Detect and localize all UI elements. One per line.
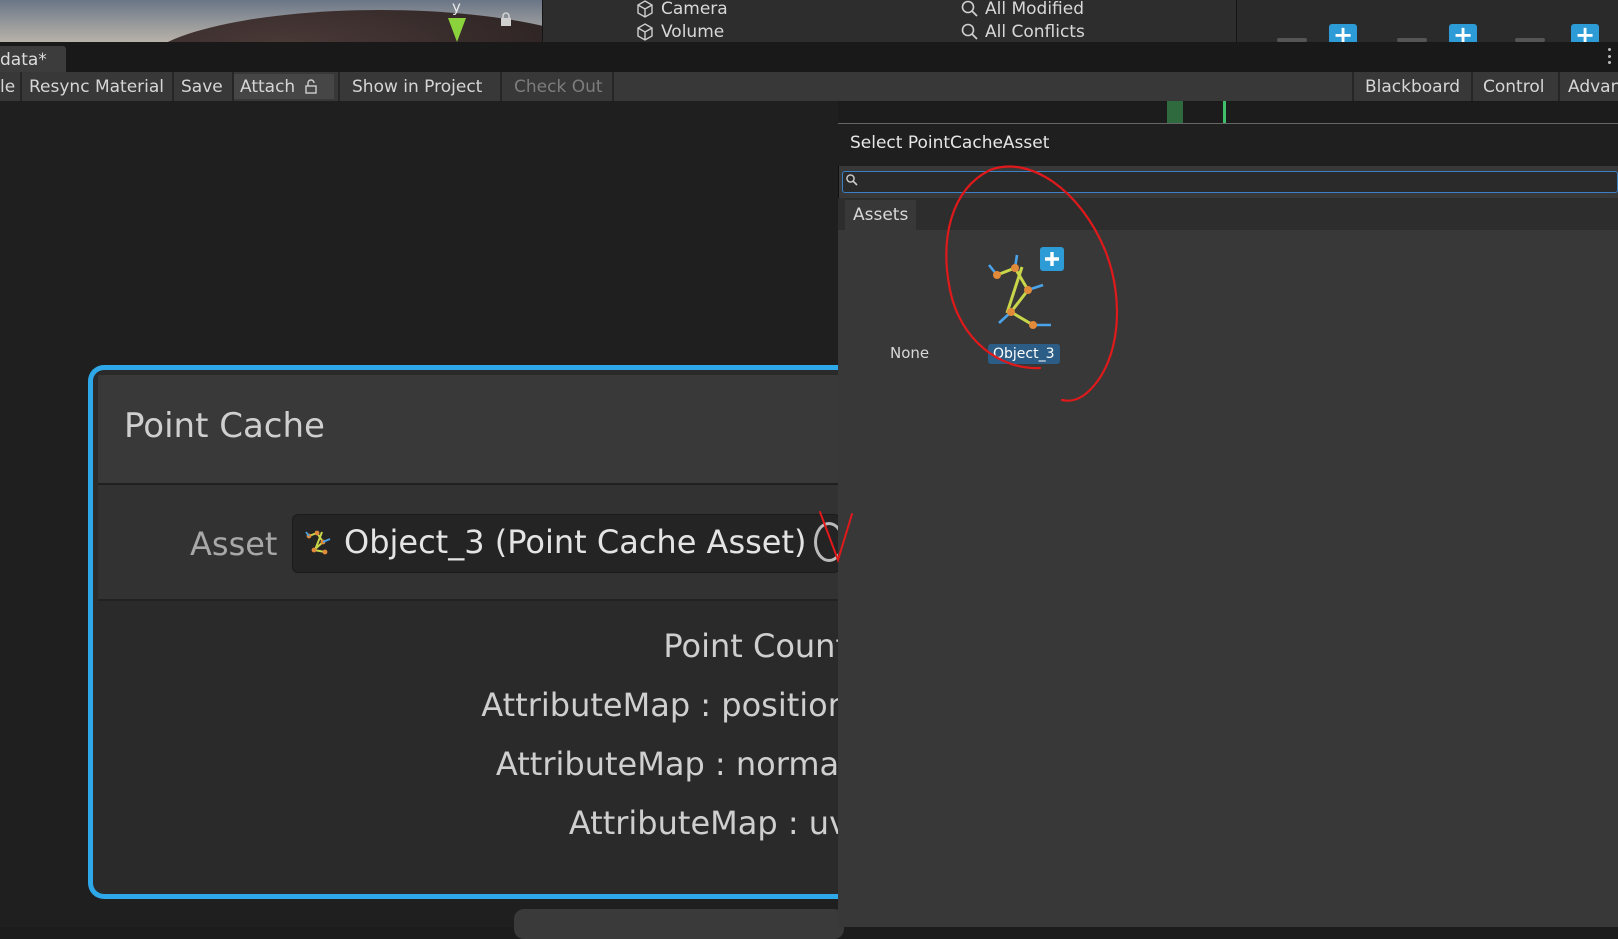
advanced-button[interactable]: Advan xyxy=(1562,74,1618,99)
show-in-project-button[interactable]: Show in Project xyxy=(346,74,489,99)
tab-bar xyxy=(0,42,1618,72)
hierarchy-item-label: Volume xyxy=(661,22,725,42)
point-count-label: Point Count xyxy=(663,627,848,665)
toolbar-separator xyxy=(612,72,614,101)
picker-search-input[interactable] xyxy=(860,172,1610,192)
hierarchy-item-label: Camera xyxy=(661,0,728,19)
picker-title: Select PointCacheAsset xyxy=(850,133,1050,153)
asset-value: Object_3 (Point Cache Asset) xyxy=(344,523,807,561)
picker-tab-bar xyxy=(838,198,1618,230)
filter-all-modified[interactable]: All Modified xyxy=(961,0,1084,19)
attribute-map-position: AttributeMap : position xyxy=(481,686,848,724)
point-cache-asset-icon[interactable] xyxy=(985,245,1065,331)
save-button[interactable]: Save xyxy=(175,74,229,99)
lock-icon[interactable] xyxy=(500,12,512,26)
toolbar-separator xyxy=(338,72,340,101)
gizmo-axis-label: y xyxy=(452,0,461,16)
toolbar-separator xyxy=(1352,72,1354,101)
gizmo-y-axis-icon[interactable] xyxy=(448,18,466,42)
unlock-icon[interactable] xyxy=(305,78,317,94)
toolbar-button-partial[interactable]: le xyxy=(0,74,22,99)
cube-icon xyxy=(637,23,653,41)
attribute-map-normal: AttributeMap : normal xyxy=(495,745,848,783)
filter-label: All Modified xyxy=(985,0,1085,19)
node-title: Point Cache xyxy=(124,406,325,446)
cube-icon xyxy=(637,0,653,18)
toolbar-separator xyxy=(1558,72,1560,101)
next-node-edge[interactable] xyxy=(514,909,844,939)
blackboard-button[interactable]: Blackboard xyxy=(1359,74,1467,99)
point-cache-asset-icon xyxy=(305,530,331,555)
control-button[interactable]: Control xyxy=(1477,74,1551,99)
picker-asset-grid xyxy=(838,230,1618,927)
toolbar-separator xyxy=(500,72,502,101)
graph-marker xyxy=(1167,101,1183,123)
more-options-icon[interactable] xyxy=(1608,48,1612,64)
filter-all-conflicts[interactable]: All Conflicts xyxy=(961,22,1085,42)
tab-assets[interactable]: Assets xyxy=(845,200,917,230)
check-out-button: Check Out xyxy=(508,74,609,99)
preview-panel: + + + xyxy=(1237,0,1618,47)
resync-material-button[interactable]: Resync Material xyxy=(23,74,171,99)
search-icon xyxy=(961,0,978,17)
toolbar-separator xyxy=(1471,72,1473,101)
graph-marker xyxy=(1223,101,1226,123)
search-filter-panel: All Modified All Conflicts xyxy=(913,0,1237,42)
search-icon xyxy=(961,23,978,40)
attribute-map-uv: AttributeMap : uv xyxy=(568,804,848,842)
attach-button[interactable]: Attach xyxy=(234,74,334,99)
attach-label: Attach xyxy=(240,77,296,97)
picker-item-none[interactable]: None xyxy=(890,344,929,362)
search-icon xyxy=(846,174,858,186)
toolbar-separator xyxy=(172,72,174,101)
hierarchy-item-camera[interactable]: Camera xyxy=(635,0,728,19)
filter-label: All Conflicts xyxy=(985,22,1085,42)
hierarchy-item-volume[interactable]: Volume xyxy=(635,22,724,42)
document-tab[interactable]: data* xyxy=(0,46,66,72)
hierarchy-panel: Camera Volume xyxy=(543,0,914,42)
asset-label: Asset xyxy=(190,525,278,563)
toolbar-separator xyxy=(20,72,22,101)
picker-item-object-3[interactable]: Object_3 xyxy=(988,344,1060,364)
